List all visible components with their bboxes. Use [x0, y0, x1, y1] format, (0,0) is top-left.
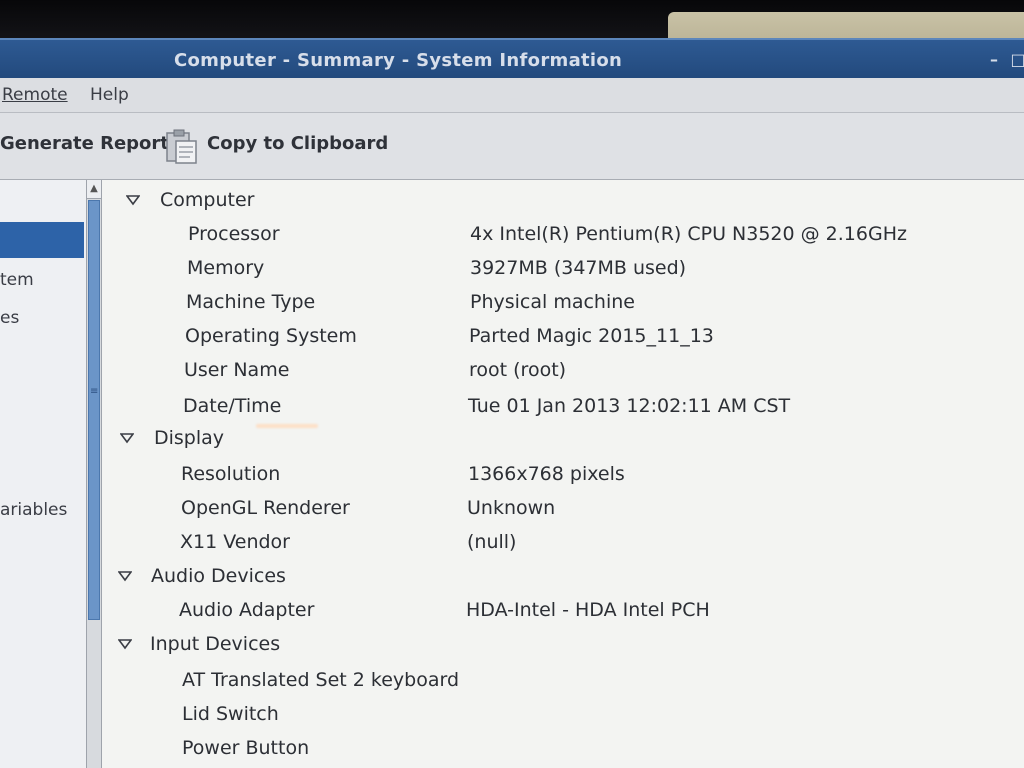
sidebar-item-environment-variables[interactable]: ariables: [0, 500, 67, 520]
section-computer[interactable]: Computer: [102, 184, 1024, 218]
row-value: Unknown: [467, 497, 556, 519]
table-row[interactable]: Processor 4x Intel(R) Pentium(R) CPU N35…: [102, 218, 1024, 252]
table-row[interactable]: OpenGL Renderer Unknown: [102, 492, 1024, 526]
row-value: (null): [467, 531, 517, 553]
scrollbar-thumb[interactable]: [88, 200, 100, 620]
row-value: 4x Intel(R) Pentium(R) CPU N3520 @ 2.16G…: [470, 223, 907, 245]
table-row[interactable]: Lid Switch: [102, 698, 1024, 732]
sidebar-item-system[interactable]: tem: [0, 270, 34, 290]
copy-to-clipboard-button[interactable]: Copy to Clipboard: [207, 133, 388, 154]
clipboard-icon[interactable]: [164, 129, 198, 165]
table-row[interactable]: Resolution 1366x768 pixels: [102, 458, 1024, 492]
row-key: Date/Time: [183, 395, 282, 417]
table-row[interactable]: Power Button: [102, 732, 1024, 766]
details-tree: Computer Processor 4x Intel(R) Pentium(R…: [102, 180, 1024, 768]
table-row[interactable]: AT Translated Set 2 keyboard: [102, 664, 1024, 698]
menu-help-label: Help: [90, 85, 129, 105]
menu-remote-label: Remote: [2, 85, 68, 105]
expand-triangle-icon[interactable]: [118, 637, 132, 651]
maximize-icon[interactable]: □: [1008, 50, 1024, 70]
row-value: Physical machine: [470, 291, 635, 313]
row-key: Memory: [187, 257, 265, 279]
sidebar-item-devices[interactable]: es: [0, 308, 19, 328]
section-label: Computer: [160, 189, 255, 211]
section-audio-devices[interactable]: Audio Devices: [102, 560, 1024, 594]
row-value: 3927MB (347MB used): [470, 257, 687, 279]
vertical-scrollbar[interactable]: ▲ ≡: [87, 180, 102, 768]
section-display[interactable]: Display: [102, 422, 1024, 456]
menu-help[interactable]: Help: [90, 85, 129, 105]
section-label: Input Devices: [150, 633, 281, 655]
table-row[interactable]: Memory 3927MB (347MB used): [102, 252, 1024, 286]
row-value: 1366x768 pixels: [468, 463, 625, 485]
system-information-window: Computer - Summary - System Information …: [0, 38, 1024, 768]
scroll-grip-icon: ≡: [90, 386, 99, 397]
row-key: Power Button: [182, 737, 310, 759]
row-value: HDA-Intel - HDA Intel PCH: [466, 599, 710, 621]
row-value: root (root): [469, 359, 567, 381]
generate-report-button[interactable]: Generate Report: [0, 133, 169, 154]
row-value: Tue 01 Jan 2013 12:02:11 AM CST: [468, 395, 791, 417]
row-key: OpenGL Renderer: [181, 497, 350, 519]
row-key: X11 Vendor: [180, 531, 290, 553]
row-key: Processor: [188, 223, 280, 245]
section-input-devices[interactable]: Input Devices: [102, 628, 1024, 662]
menu-bar: Remote Help: [0, 78, 1024, 113]
table-row[interactable]: Operating System Parted Magic 2015_11_13: [102, 320, 1024, 354]
row-key: AT Translated Set 2 keyboard: [182, 669, 460, 691]
table-row[interactable]: Machine Type Physical machine: [102, 286, 1024, 320]
table-row[interactable]: Audio Adapter HDA-Intel - HDA Intel PCH: [102, 594, 1024, 628]
row-key: Machine Type: [186, 291, 316, 313]
row-key: Audio Adapter: [179, 599, 315, 621]
sidebar-item-selected[interactable]: [0, 222, 84, 258]
table-row[interactable]: X11 Vendor (null): [102, 526, 1024, 560]
row-key: User Name: [184, 359, 290, 381]
toolbar: Generate Report Copy to Clipboard: [0, 113, 1024, 180]
expand-triangle-icon[interactable]: [120, 431, 134, 445]
row-key: Operating System: [185, 325, 357, 347]
scroll-up-arrow-icon[interactable]: ▲: [87, 180, 101, 199]
title-bar[interactable]: Computer - Summary - System Information …: [0, 38, 1024, 80]
sidebar: tem es ariables: [0, 180, 87, 768]
section-label: Display: [154, 427, 225, 449]
window-title: Computer - Summary - System Information: [174, 50, 623, 71]
table-row[interactable]: User Name root (root): [102, 354, 1024, 388]
row-key: Resolution: [181, 463, 281, 485]
minimize-icon[interactable]: –: [984, 50, 1004, 70]
menu-remote[interactable]: Remote: [2, 85, 68, 105]
row-value: Parted Magic 2015_11_13: [469, 325, 714, 347]
section-label: Audio Devices: [151, 565, 286, 587]
row-key: Lid Switch: [182, 703, 279, 725]
table-row[interactable]: Date/Time Tue 01 Jan 2013 12:02:11 AM CS…: [102, 390, 1024, 424]
screen-glare: [256, 424, 318, 428]
expand-triangle-icon[interactable]: [126, 193, 140, 207]
expand-triangle-icon[interactable]: [118, 569, 132, 583]
